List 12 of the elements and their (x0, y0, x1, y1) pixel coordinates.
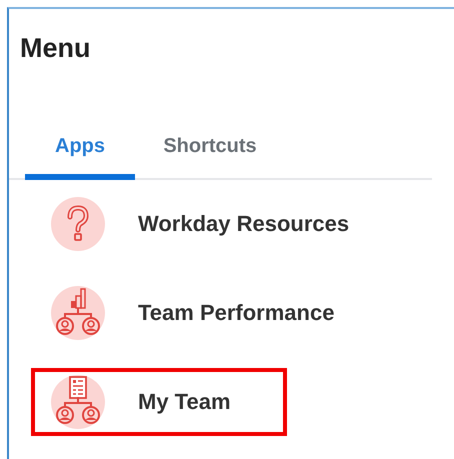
app-menu-item[interactable]: Workday Resources (31, 190, 362, 258)
app-menu-item[interactable]: My Team (31, 368, 287, 436)
team-chart-icon (51, 286, 105, 340)
menu-title: Menu (19, 32, 92, 65)
app-label: My Team (138, 389, 231, 415)
tab[interactable]: Shortcuts (145, 123, 275, 180)
app-label: Team Performance (138, 300, 334, 326)
app-menu-item[interactable]: Team Performance (31, 279, 346, 347)
app-label: Workday Resources (138, 211, 350, 237)
help-icon (51, 197, 105, 251)
tab[interactable]: Apps (25, 123, 135, 180)
team-document-icon (51, 375, 105, 429)
